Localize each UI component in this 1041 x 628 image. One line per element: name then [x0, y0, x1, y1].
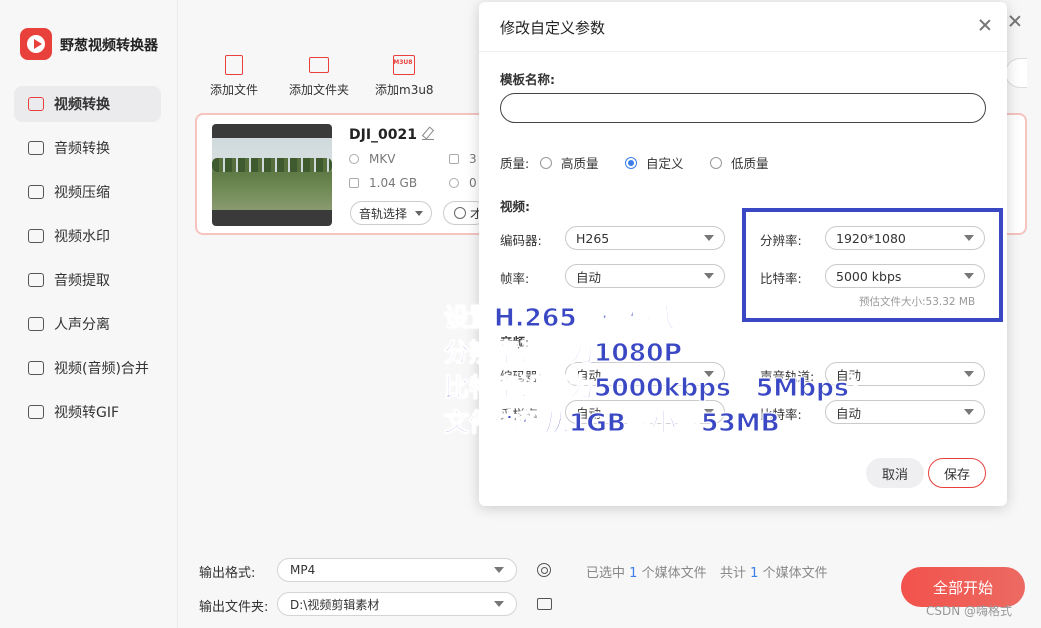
- sidebar-item-video-compress[interactable]: 视频压缩: [14, 174, 161, 210]
- output-format-select[interactable]: MP4: [277, 558, 517, 582]
- chevron-down-icon: [964, 371, 974, 377]
- annotation-line-2: 分辨率调整为1080P: [444, 338, 683, 368]
- quality-radio-low[interactable]: 低质量: [710, 153, 769, 172]
- close-icon[interactable]: [978, 18, 992, 32]
- output-folder-select[interactable]: D:\视频剪辑素材: [277, 592, 517, 616]
- sidebar-item-label: 视频(音频)合并: [54, 361, 149, 377]
- file-size: 1.04 GB: [349, 176, 417, 190]
- audio-track-select[interactable]: 音轨选择: [350, 201, 433, 225]
- sidebar-item-label: 视频转GIF: [54, 405, 120, 421]
- sidebar-item-watermark[interactable]: 视频水印: [14, 218, 161, 254]
- app-logo-icon: [20, 28, 52, 60]
- save-button[interactable]: 保存: [928, 458, 986, 488]
- search-icon[interactable]: [1005, 58, 1027, 88]
- encoder-select[interactable]: H265: [565, 226, 725, 250]
- sidebar-item-video-convert[interactable]: 视频转换: [14, 86, 161, 122]
- add-file-button[interactable]: 添加文件: [210, 55, 258, 98]
- output-format-label: 输出格式:: [199, 566, 256, 581]
- sidebar-item-label: 人声分离: [54, 317, 110, 333]
- add-m3u8-button[interactable]: M3U8 添加m3u8: [375, 55, 434, 98]
- total-count: 共计 1 个媒体文件: [720, 566, 828, 581]
- vocal-separate-icon: [28, 317, 44, 331]
- add-folder-icon: [309, 57, 329, 73]
- template-name-input[interactable]: [500, 93, 986, 123]
- sidebar-item-audio-convert[interactable]: 音频转换: [14, 130, 161, 166]
- close-icon[interactable]: [1008, 14, 1022, 28]
- watermark-text: CSDN @嗨格式: [926, 604, 1013, 618]
- sidebar-item-label: 音频转换: [54, 141, 110, 157]
- edit-icon[interactable]: [422, 128, 434, 140]
- merge-icon: [28, 361, 44, 375]
- sidebar: 野葱视频转换器 视频转换 音频转换 视频压缩 视频水印 音频提取 人声分离 视频…: [0, 0, 178, 628]
- add-m3u8-label: 添加m3u8: [375, 83, 434, 97]
- annotation-line-1: 设置H.265编码格式: [444, 303, 678, 333]
- app-title: 野葱视频转换器: [60, 38, 158, 54]
- chevron-down-icon: [704, 235, 714, 241]
- chevron-down-icon: [964, 409, 974, 415]
- folder-icon[interactable]: [537, 598, 552, 610]
- file-format: MKV: [349, 152, 395, 166]
- annotation-line-4: 文件体积从1GB缩小到53MB: [444, 408, 781, 438]
- m3u8-badge: M3U8: [393, 59, 413, 66]
- file-resolution: 3: [449, 152, 477, 166]
- framerate-select[interactable]: 自动: [565, 264, 725, 288]
- video-convert-icon: [28, 97, 44, 111]
- sidebar-item-gif[interactable]: 视频转GIF: [14, 394, 161, 430]
- file-duration: 0: [449, 176, 477, 190]
- highlight-box: [742, 208, 1003, 322]
- template-name-label: 模板名称:: [500, 72, 555, 87]
- add-folder-button[interactable]: 添加文件夹: [289, 55, 349, 98]
- sidebar-item-label: 音频提取: [54, 273, 110, 289]
- m3u8-icon: M3U8: [393, 55, 416, 75]
- add-file-icon: [225, 55, 243, 75]
- audio-convert-icon: [28, 141, 44, 155]
- sidebar-item-label: 视频转换: [54, 97, 110, 113]
- dialog-title: 修改自定义参数: [500, 19, 606, 37]
- sidebar-item-label: 视频压缩: [54, 185, 110, 201]
- framerate-label: 帧率:: [500, 271, 530, 286]
- sidebar-item-vocal-separate[interactable]: 人声分离: [14, 306, 161, 342]
- output-folder-label: 输出文件夹:: [199, 600, 269, 615]
- chevron-down-icon: [704, 273, 714, 279]
- watermark-icon: [28, 229, 44, 243]
- gear-icon[interactable]: [537, 563, 551, 577]
- gif-icon: [28, 405, 44, 419]
- file-name: DJI_0021: [349, 127, 418, 143]
- quality-radio-high[interactable]: 高质量: [540, 153, 599, 172]
- video-thumbnail: [212, 124, 332, 226]
- video-compress-icon: [28, 185, 44, 199]
- sidebar-item-merge[interactable]: 视频(音频)合并: [14, 350, 161, 386]
- quality-label: 质量:: [500, 156, 530, 171]
- add-folder-label: 添加文件夹: [289, 83, 350, 97]
- clock-icon: [449, 178, 459, 188]
- quality-radio-custom[interactable]: 自定义: [625, 153, 684, 172]
- sidebar-item-audio-extract[interactable]: 音频提取: [14, 262, 161, 298]
- chevron-down-icon: [415, 210, 424, 216]
- resolution-icon: [449, 154, 459, 164]
- add-file-label: 添加文件: [210, 83, 259, 97]
- encoder-label: 编码器:: [500, 233, 542, 248]
- chevron-down-icon: [494, 567, 504, 573]
- selected-count: 已选中 1 个媒体文件: [586, 566, 707, 581]
- app-window: 野葱视频转换器 视频转换 音频转换 视频压缩 视频水印 音频提取 人声分离 视频…: [0, 0, 1041, 628]
- sidebar-item-label: 视频水印: [54, 229, 110, 245]
- cancel-button[interactable]: 取消: [866, 458, 924, 488]
- video-section-title: 视频:: [500, 199, 530, 214]
- annotation-line-3: 比特率设置为5000kbps（5Mbps）: [444, 373, 875, 403]
- start-all-button[interactable]: 全部开始: [901, 567, 1025, 607]
- size-icon: [349, 178, 359, 188]
- divider: [479, 51, 1007, 52]
- chevron-down-icon: [494, 601, 504, 607]
- audio-extract-icon: [28, 273, 44, 287]
- subtitle-icon: [454, 207, 466, 219]
- format-icon: [349, 154, 359, 164]
